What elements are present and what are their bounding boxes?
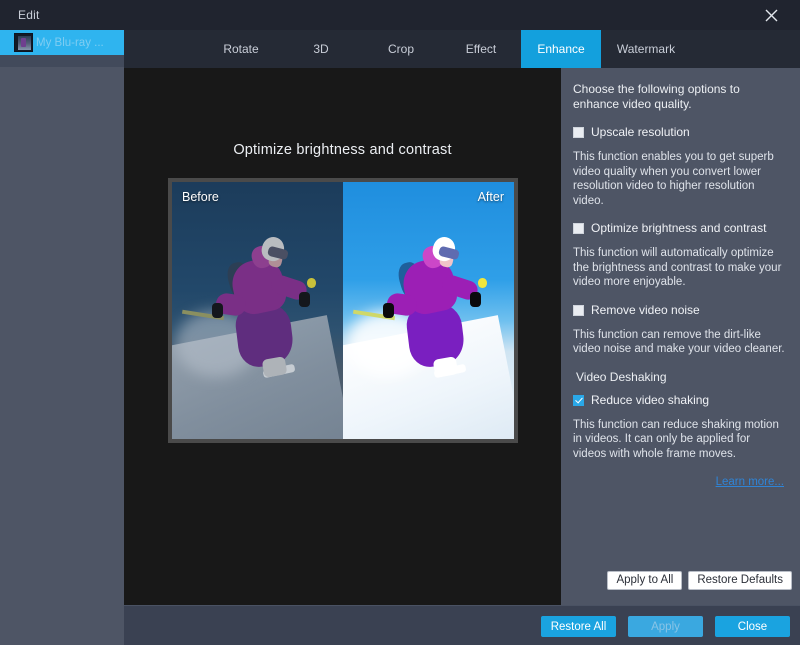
tab-crop-label: Crop — [387, 42, 414, 56]
ski-pole-tip — [307, 278, 316, 288]
tab-enhance[interactable]: Enhance — [521, 30, 601, 68]
sidebar-item-label: My Blu-ray ... — [36, 36, 104, 49]
upscale-resolution-description: This function enables you to get superb … — [573, 151, 774, 207]
skier-right-glove — [469, 292, 482, 307]
before-after-comparison: Before After — [168, 178, 518, 443]
restore-all-button[interactable]: Restore All — [541, 616, 616, 637]
checkbox-reduce-video-shaking-label: Reduce video shaking — [591, 392, 710, 407]
checkbox-upscale-resolution[interactable]: Upscale resolution — [573, 125, 786, 139]
checkbox-remove-video-noise-label: Remove video noise — [591, 302, 700, 317]
ski-boot — [261, 355, 288, 378]
tab-watermark-label: Watermark — [616, 42, 676, 56]
checkbox-icon[interactable] — [573, 304, 584, 316]
skier-left-glove — [382, 303, 395, 318]
ski-boot — [432, 355, 459, 378]
skier-right-glove — [298, 292, 311, 307]
options-intro: Choose the following options to enhance … — [573, 82, 740, 111]
after-pane: After — [343, 182, 514, 439]
tab-enhance-label: Enhance — [537, 42, 585, 56]
bottom-bar: Restore All Apply Close — [124, 605, 800, 645]
video-deshaking-group-label: Video Deshaking — [576, 369, 667, 384]
tab-3d-label: 3D — [313, 42, 329, 56]
tab-crop[interactable]: Crop — [361, 30, 441, 68]
edit-window: Edit My Blu-ray ... Rotate 3D Crop Effec… — [0, 0, 800, 645]
checkbox-optimize-brightness-contrast[interactable]: Optimize brightness and contrast — [573, 221, 786, 235]
ski-pole-tip — [478, 278, 487, 288]
optimize-brightness-contrast-description: This function will automatically optimiz… — [573, 247, 782, 288]
checkbox-optimize-brightness-contrast-label: Optimize brightness and contrast — [591, 221, 767, 235]
checkbox-upscale-resolution-label: Upscale resolution — [591, 125, 690, 139]
video-thumbnail-icon — [14, 33, 33, 52]
sidebar-item-my-bluray[interactable]: My Blu-ray ... — [0, 30, 124, 55]
panel-button-row: Apply to All Restore Defaults — [607, 571, 792, 590]
close-icon[interactable] — [752, 0, 790, 30]
learn-more-link[interactable]: Learn more... — [716, 476, 784, 488]
tab-effect-label: Effect — [465, 42, 497, 56]
apply-button[interactable]: Apply — [628, 616, 703, 637]
checkbox-reduce-video-shaking[interactable]: Reduce video shaking — [573, 393, 786, 407]
apply-to-all-button[interactable]: Apply to All — [607, 571, 683, 590]
after-label: After — [477, 190, 504, 204]
checkbox-remove-video-noise[interactable]: Remove video noise — [573, 303, 786, 317]
before-pane: Before — [172, 182, 343, 439]
tab-rotate-label: Rotate — [223, 42, 259, 56]
before-label: Before — [182, 190, 219, 204]
skier-figure — [352, 233, 487, 392]
title-bar: Edit — [0, 0, 800, 30]
sidebar-divider-row — [0, 55, 124, 67]
sidebar: My Blu-ray ... — [0, 30, 124, 615]
skier-figure — [181, 233, 316, 392]
skier-left-glove — [211, 303, 224, 318]
checkbox-icon[interactable] — [573, 223, 584, 234]
preview-area: Optimize brightness and contrast Before … — [124, 68, 561, 605]
tab-3d[interactable]: 3D — [281, 30, 361, 68]
restore-defaults-button[interactable]: Restore Defaults — [688, 571, 792, 590]
checkbox-icon[interactable] — [573, 394, 584, 406]
tab-watermark[interactable]: Watermark — [601, 30, 691, 68]
reduce-video-shaking-description: This function can reduce shaking motion … — [573, 418, 779, 460]
close-button[interactable]: Close — [715, 616, 790, 637]
tab-effect[interactable]: Effect — [441, 30, 521, 68]
enhance-options-panel: Choose the following options to enhance … — [561, 68, 800, 605]
remove-video-noise-description: This function can remove the dirt-like v… — [573, 328, 785, 356]
bottom-button-row: Restore All Apply Close — [541, 616, 790, 637]
tab-rotate[interactable]: Rotate — [201, 30, 281, 68]
learn-more: Learn more... — [569, 474, 786, 488]
window-title: Edit — [18, 8, 40, 22]
tab-bar-spacer — [124, 30, 201, 68]
checkbox-icon[interactable] — [573, 127, 584, 138]
tab-bar: Rotate 3D Crop Effect Enhance Watermark — [124, 30, 800, 68]
preview-title: Optimize brightness and contrast — [233, 142, 452, 158]
